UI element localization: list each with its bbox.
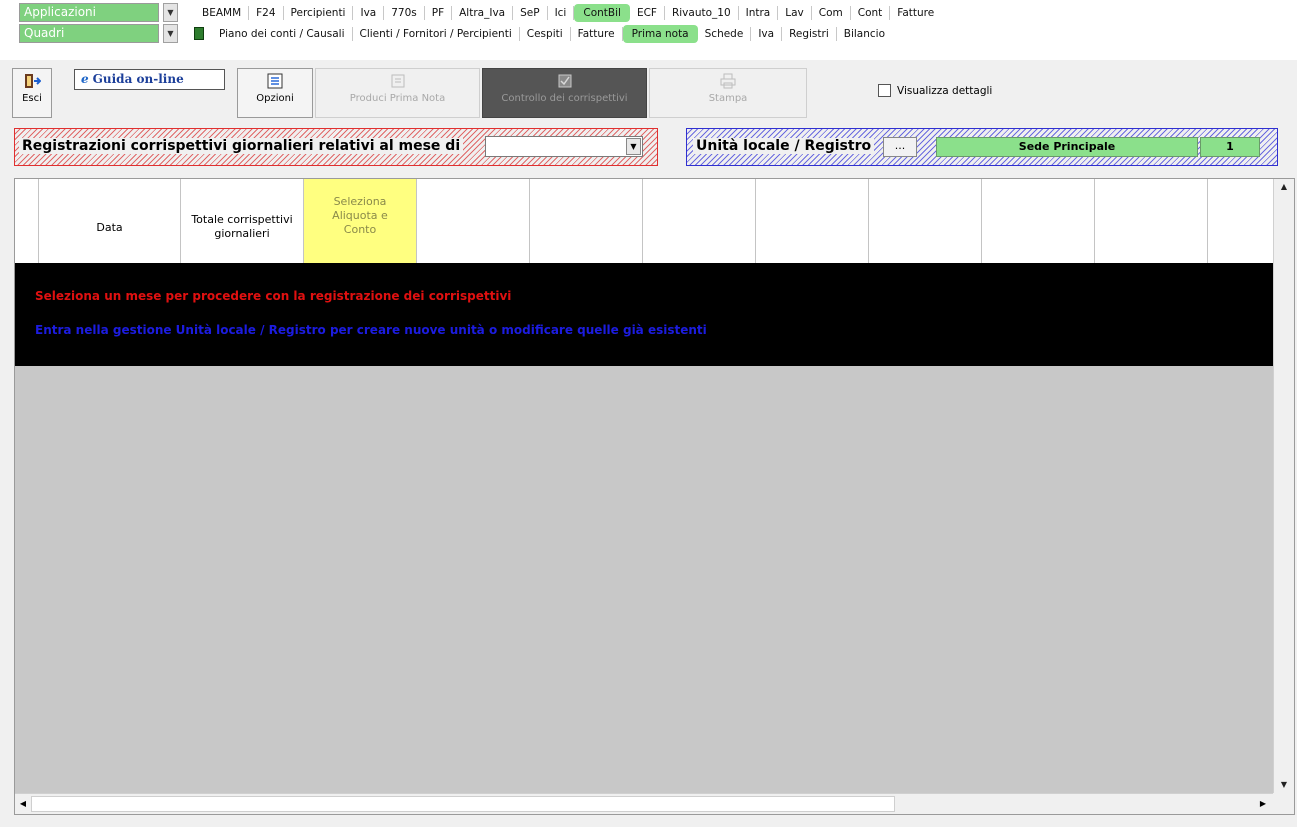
applicazioni-dropdown-icon[interactable]: ▼ [163,3,178,22]
column-header-empty [869,179,982,263]
app-tab-lav[interactable]: Lav [778,5,812,20]
column-header-empty [530,179,643,263]
quadri-dropdown-icon[interactable]: ▼ [163,24,178,43]
app-tab-770s[interactable]: 770s [384,5,425,20]
exit-door-icon [25,74,41,88]
registro-number-field: 1 [1200,137,1260,157]
app-tab-iva[interactable]: Iva [353,5,385,20]
section-tab-cespiti[interactable]: Cespiti [520,26,571,41]
stampa-button[interactable]: Stampa [649,68,807,118]
month-filter-panel: Registrazioni corrispettivi giornalieri … [14,128,658,166]
scroll-up-icon[interactable]: ▲ [1274,179,1294,195]
options-icon [267,73,283,89]
month-select[interactable]: ▼ [485,136,643,157]
produce-ledger-icon [391,74,404,88]
section-tab-prima-nota[interactable]: Prima nota [622,24,698,43]
vertical-scrollbar[interactable]: ▲ ▼ [1273,179,1294,793]
unit-register-browse-button[interactable]: ... [883,137,917,157]
stampa-label: Stampa [708,93,748,104]
column-header-data[interactable]: Data [39,179,181,263]
toolbar: Esci e Guida on-line Opzioni Produci Prim… [0,60,1297,122]
sections-menu: Piano dei conti / Causali Clienti / Forni… [190,24,892,43]
book-icon [194,27,204,40]
section-tab-registri[interactable]: Registri [782,26,837,41]
visualizza-dettagli-option[interactable]: Visualizza dettagli [878,84,992,97]
produci-prima-nota-button[interactable]: Produci Prima Nota [315,68,480,118]
visualizza-dettagli-checkbox[interactable] [878,84,891,97]
opzioni-button[interactable]: Opzioni [237,68,313,118]
section-tab-clienti-fornitori-percipienti[interactable]: Clienti / Fornitori / Percipienti [353,26,520,41]
unit-management-message: Entra nella gestione Unità locale / Regi… [35,323,707,337]
esci-button[interactable]: Esci [12,68,52,118]
row-selector-header [15,179,39,263]
column-header-seleziona-aliquota[interactable]: Seleziona Aliquota e Conto [304,179,417,263]
column-header-empty [1095,179,1208,263]
app-tab-fatture[interactable]: Fatture [890,6,941,20]
app-tab-com[interactable]: Com [812,5,851,20]
grid-header: Data Totale corrispettivi giornalieri Se… [15,179,1273,263]
top-menu-bar: Applicazioni ▼ BEAMM F24 Percipienti Iva 770… [0,0,1297,60]
produci-label: Produci Prima Nota [349,93,446,104]
app-tab-beamm[interactable]: BEAMM [195,5,250,20]
section-tab-iva[interactable]: Iva [751,26,783,41]
section-tab-fatture[interactable]: Fatture [571,26,623,41]
applications-menu: BEAMM F24 Percipienti Iva 770s PF Altra_Iva SeP… [195,3,941,22]
app-tab-ici[interactable]: Ici [548,5,575,20]
month-dropdown-icon[interactable]: ▼ [626,138,641,155]
unit-register-label: Unità locale / Registro [693,138,875,154]
sede-field: Sede Principale [936,137,1198,157]
horizontal-scrollbar[interactable]: ◀ ▶ [15,793,1273,814]
column-header-empty [1208,179,1273,263]
guida-label: Guida on-line [92,72,184,86]
esci-label: Esci [22,93,42,104]
column-header-empty [982,179,1095,263]
select-month-message: Seleziona un mese per procedere con la r… [35,289,512,303]
guida-online-button[interactable]: e Guida on-line [74,69,225,90]
app-tab-intra[interactable]: Intra [739,5,779,20]
app-window: Applicazioni ▼ BEAMM F24 Percipienti Iva 770… [0,0,1297,827]
controllo-label: Controllo dei corrispettivi [501,93,628,104]
section-tab-piano-dei-conti-causali[interactable]: Piano dei conti / Causali [212,26,353,41]
column-header-empty [417,179,530,263]
app-tab-cont[interactable]: Cont [851,5,891,20]
horizontal-scroll-thumb[interactable] [31,796,895,812]
control-check-icon [558,74,571,88]
applicazioni-combo[interactable]: Applicazioni [19,3,159,22]
app-tab-altra-iva[interactable]: Altra_Iva [452,5,514,20]
corrispettivi-grid[interactable]: Data Totale corrispettivi giornalieri Se… [14,178,1295,815]
app-tab-sep[interactable]: SeP [513,5,548,20]
app-tab-ecf[interactable]: ECF [630,5,665,20]
controllo-corrispettivi-button[interactable]: Controllo dei corrispettivi [482,68,647,118]
app-tab-contbil[interactable]: ContBil [574,3,630,22]
scrollbar-corner [1273,793,1294,814]
app-tab-rivauto-10[interactable]: Rivauto_10 [665,5,739,20]
printer-icon [720,73,736,89]
column-header-empty [643,179,756,263]
scroll-right-icon[interactable]: ▶ [1255,796,1271,812]
visualizza-dettagli-label: Visualizza dettagli [897,84,993,97]
unit-register-panel: Unità locale / Registro ... Sede Princip… [686,128,1278,166]
app-tab-f24[interactable]: F24 [249,5,284,20]
section-tab-bilancio[interactable]: Bilancio [837,27,892,41]
column-header-totale[interactable]: Totale corrispettivi giornalieri [181,179,304,263]
month-filter-label: Registrazioni corrispettivi giornalieri … [19,138,464,154]
opzioni-label: Opzioni [256,93,294,104]
column-header-empty [756,179,869,263]
quadri-combo[interactable]: Quadri [19,24,159,43]
message-band: Seleziona un mese per procedere con la r… [15,263,1273,366]
app-tab-pf[interactable]: PF [425,5,453,20]
internet-explorer-icon: e [81,72,89,86]
scroll-left-icon[interactable]: ◀ [15,796,31,812]
app-tab-percipienti[interactable]: Percipienti [284,5,354,20]
scroll-down-icon[interactable]: ▼ [1274,777,1294,793]
section-tab-schede[interactable]: Schede [698,26,752,41]
